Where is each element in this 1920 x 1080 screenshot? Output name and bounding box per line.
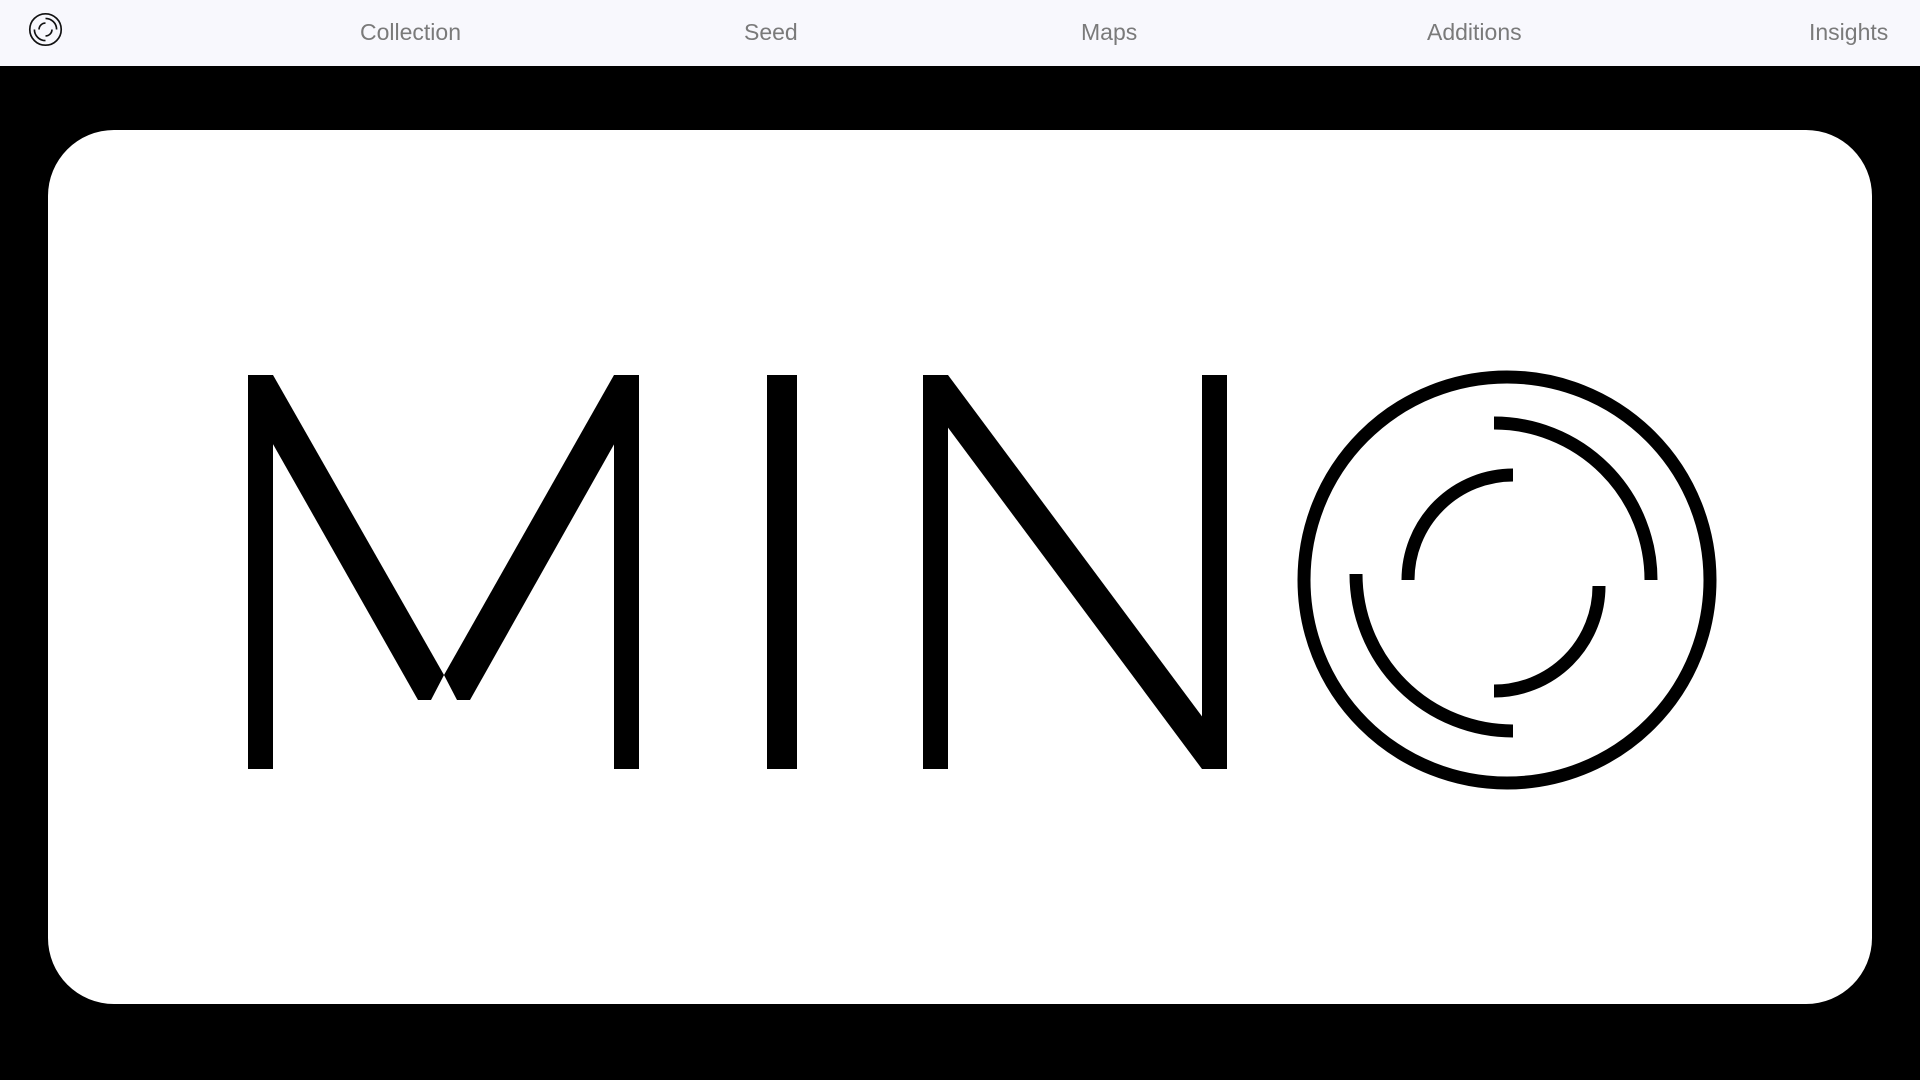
mino-logo-icon[interactable] [27,11,64,48]
nav-link-maps[interactable]: Maps [1081,18,1137,46]
hero-stage [0,66,1920,1080]
mino-wordmark [248,370,1717,790]
concentric-arcs-o-icon [1297,370,1717,790]
wordmark-letter-n [923,375,1227,769]
wordmark-letter-m [248,375,639,769]
nav-link-additions[interactable]: Additions [1427,18,1522,46]
nav-link-collection[interactable]: Collection [360,18,461,46]
nav-link-insights[interactable]: Insights [1809,18,1888,46]
wordmark-letter-i [767,375,797,769]
nav-link-seed[interactable]: Seed [744,18,798,46]
top-nav-bar: Collection Seed Maps Additions Insights [0,0,1920,66]
hero-card [48,130,1872,1004]
